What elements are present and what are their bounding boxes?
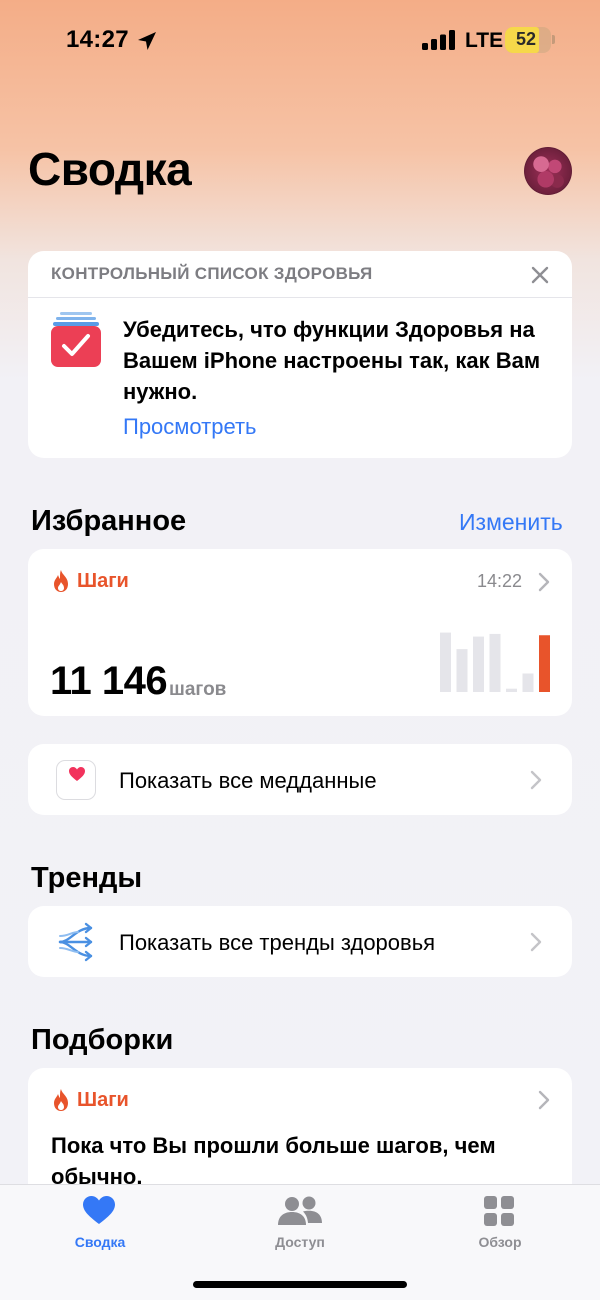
- review-link[interactable]: Просмотреть: [123, 414, 257, 440]
- tab-summary-label: Сводка: [74, 1234, 126, 1250]
- edit-favorites-button[interactable]: Изменить: [459, 509, 563, 536]
- steps-bar: [456, 649, 468, 692]
- steps-mini-chart: [440, 632, 550, 692]
- steps-unit: шагов: [169, 679, 227, 700]
- chevron-right-icon: [538, 1090, 550, 1110]
- flame-icon: [54, 570, 68, 592]
- checklist-icon: [51, 312, 101, 367]
- home-indicator[interactable]: [193, 1281, 407, 1288]
- battery-percent: 52: [515, 29, 537, 49]
- cellular-signal-icon: [422, 30, 455, 50]
- location-arrow-icon: [138, 32, 156, 50]
- show-all-trends-label: Показать все тренды здоровья: [119, 930, 436, 955]
- close-icon[interactable]: [529, 264, 551, 286]
- highlights-title: Подборки: [31, 1024, 174, 1056]
- heart-icon: [69, 767, 85, 781]
- network-type: LTE: [465, 29, 504, 52]
- steps-bar: [473, 636, 484, 692]
- grid-icon: [484, 1196, 514, 1226]
- tab-browse-label: Обзор: [478, 1234, 522, 1250]
- avatar[interactable]: [524, 147, 572, 195]
- checklist-text: Убедитесь, что функции Здоровья на Вашем…: [123, 317, 541, 404]
- people-icon: [278, 1196, 322, 1225]
- checklist-title: КОНТРОЛЬНЫЙ СПИСОК ЗДОРОВЬЯ: [51, 264, 373, 283]
- steps-label: Шаги: [77, 570, 129, 592]
- steps-bar: [539, 635, 550, 692]
- highlight-text: Пока что Вы прошли больше шагов, чем обы…: [51, 1133, 496, 1189]
- trends-title: Тренды: [31, 862, 143, 894]
- chevron-right-icon: [530, 770, 542, 790]
- tab-sharing-label: Доступ: [275, 1234, 325, 1250]
- show-all-health-data-label: Показать все медданные: [119, 768, 377, 793]
- chevron-right-icon: [538, 572, 550, 592]
- status-time: 14:27: [66, 26, 129, 53]
- battery-nub: [552, 35, 555, 44]
- steps-bar: [506, 688, 517, 692]
- steps-bar: [522, 673, 534, 692]
- favorites-title: Избранное: [31, 505, 187, 537]
- steps-value: 11 146: [50, 659, 168, 703]
- page-title: Сводка: [28, 143, 192, 195]
- steps-bar: [440, 632, 451, 692]
- steps-time: 14:22: [477, 571, 523, 591]
- steps-bar: [489, 633, 501, 692]
- flame-icon: [54, 1089, 68, 1111]
- chevron-right-icon: [530, 932, 542, 952]
- heart-icon: [83, 1196, 115, 1224]
- highlight-steps-label: Шаги: [77, 1089, 129, 1111]
- trends-icon: [58, 922, 93, 962]
